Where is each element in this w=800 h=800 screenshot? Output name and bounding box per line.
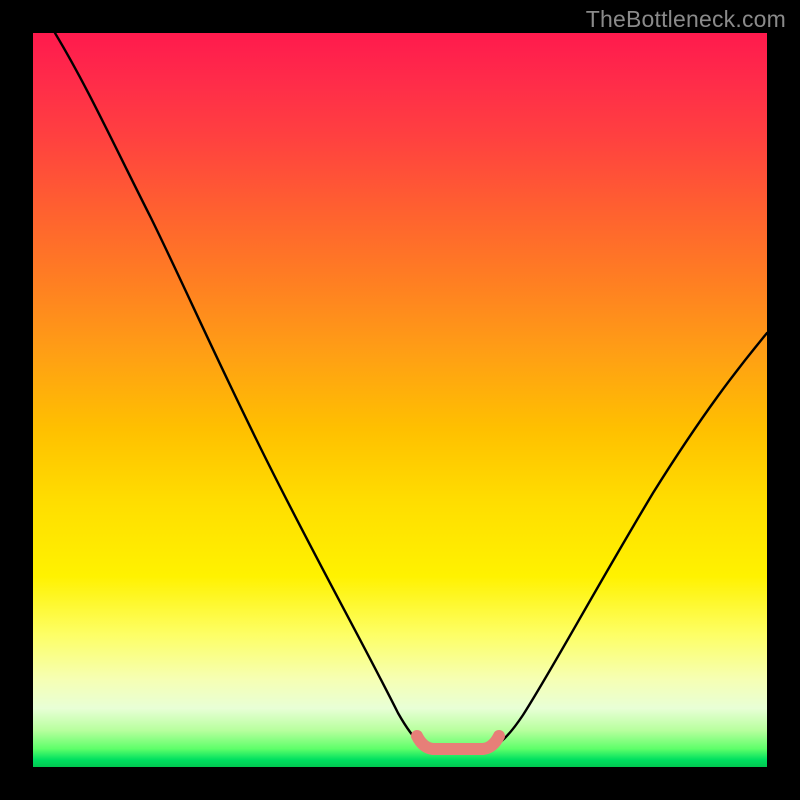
optimal-range-marker (417, 736, 499, 749)
curve-svg (33, 33, 767, 767)
watermark-text: TheBottleneck.com (586, 6, 786, 33)
chart-stage: TheBottleneck.com (0, 0, 800, 800)
plot-area (33, 33, 767, 767)
bottleneck-curve (55, 33, 767, 749)
